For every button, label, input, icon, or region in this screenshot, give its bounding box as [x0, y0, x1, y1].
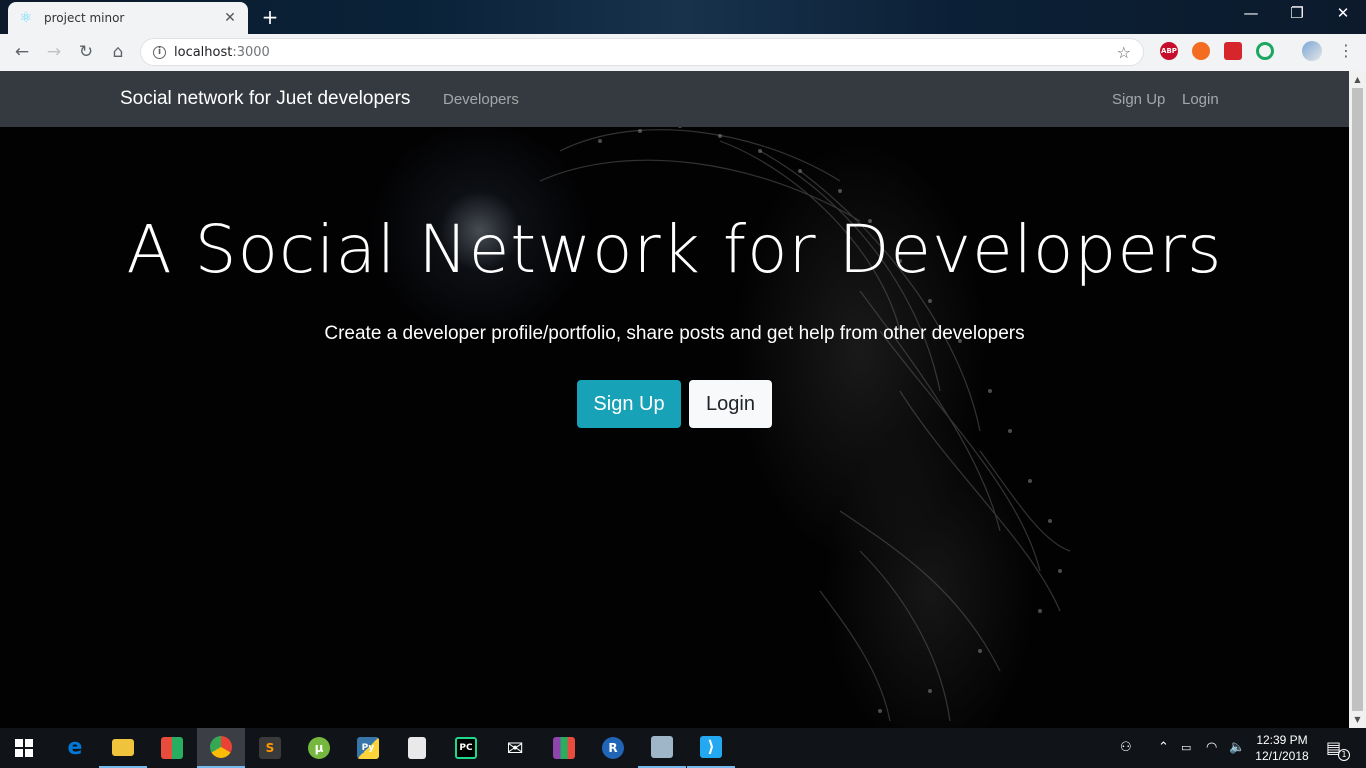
r-studio-icon: R: [602, 737, 624, 759]
browser-toolbar: ← → ↻ ⌂ i localhost:3000 ☆ ABP ⋮: [0, 34, 1366, 71]
login-button[interactable]: Login: [689, 380, 772, 428]
browser-tab[interactable]: ⚛ project minor ✕: [8, 2, 248, 34]
store-icon: [161, 737, 183, 759]
page-viewport: Social network for Juet developers Devel…: [0, 71, 1349, 728]
taskbar-r[interactable]: R: [589, 728, 637, 768]
pycharm-icon: PC: [455, 737, 477, 759]
clock-time: 12:39 PM: [1256, 733, 1308, 747]
profile-avatar-icon[interactable]: [1302, 41, 1322, 61]
close-tab-icon[interactable]: ✕: [222, 10, 238, 26]
start-button[interactable]: [0, 728, 48, 768]
signup-button[interactable]: Sign Up: [577, 380, 681, 428]
taskbar-sublime[interactable]: S: [246, 728, 294, 768]
site-navbar: Social network for Juet developers Devel…: [0, 71, 1349, 127]
sublime-text-icon: S: [259, 737, 281, 759]
taskbar-vscode[interactable]: ⟩: [687, 728, 735, 768]
flame-extension-icon[interactable]: [1192, 42, 1210, 60]
utorrent-icon: µ: [308, 737, 330, 759]
address-bar[interactable]: i localhost:3000 ☆: [140, 38, 1144, 66]
browser-menu-icon[interactable]: ⋮: [1336, 41, 1356, 60]
taskbar-store[interactable]: [148, 728, 196, 768]
site-info-icon[interactable]: i: [153, 45, 166, 59]
mail-icon: ✉: [506, 736, 524, 760]
python-icon: Py: [357, 737, 379, 759]
taskbar-pycharm[interactable]: PC: [442, 728, 490, 768]
taskbar-winrar[interactable]: [540, 728, 588, 768]
bookmark-star-icon[interactable]: ☆: [1117, 43, 1131, 62]
taskbar-control-panel[interactable]: [638, 728, 686, 768]
url-text[interactable]: localhost:3000: [174, 45, 1117, 60]
edge-icon: e: [67, 735, 83, 760]
scrollbar-thumb[interactable]: [1352, 88, 1363, 711]
notification-count-badge: 1: [1338, 749, 1350, 761]
windows-taskbar: e S µ Py PC ✉ R ⟩ ⚇ ⌃ ▭ ◠ 🔈 12:39 PM 12/…: [0, 728, 1366, 768]
people-icon[interactable]: ⚇: [1120, 740, 1132, 755]
system-clock[interactable]: 12:39 PM 12/1/2018: [1252, 732, 1312, 764]
browser-titlebar: ⚛ project minor ✕ + — ❐ ✕: [0, 0, 1366, 34]
restore-button[interactable]: ❐: [1274, 4, 1320, 22]
taskbar-python[interactable]: Py: [344, 728, 392, 768]
file-explorer-icon: [112, 738, 134, 756]
home-icon[interactable]: ⌂: [106, 42, 130, 62]
taskbar-utorrent[interactable]: µ: [295, 728, 343, 768]
navbar-brand[interactable]: Social network for Juet developers: [120, 88, 410, 110]
chrome-icon: [210, 736, 232, 758]
green-ring-extension-icon[interactable]: [1256, 42, 1274, 60]
taskbar-notepad[interactable]: [393, 728, 441, 768]
wifi-icon[interactable]: ◠: [1206, 740, 1217, 755]
url-port: :3000: [232, 44, 270, 60]
nav-link-developers[interactable]: Developers: [443, 91, 519, 108]
notepad-python-icon: [408, 737, 426, 759]
scroll-down-arrow-icon[interactable]: ▼: [1349, 715, 1366, 724]
nav-link-login[interactable]: Login: [1182, 91, 1219, 108]
forward-icon[interactable]: →: [42, 42, 66, 62]
react-favicon-icon: ⚛: [19, 10, 33, 26]
red-extension-icon[interactable]: [1224, 42, 1242, 60]
back-icon[interactable]: ←: [10, 42, 34, 62]
adblock-plus-icon[interactable]: ABP: [1160, 42, 1178, 60]
clock-date: 12/1/2018: [1255, 749, 1309, 763]
battery-icon[interactable]: ▭: [1181, 741, 1191, 754]
minimize-button[interactable]: —: [1228, 4, 1274, 22]
url-host: localhost: [174, 44, 233, 60]
tab-title: project minor: [44, 11, 125, 25]
taskbar-edge[interactable]: e: [51, 728, 99, 768]
hero-title: A Social Network for Developers: [126, 211, 1223, 288]
page-scrollbar[interactable]: ▲ ▼: [1349, 71, 1366, 728]
show-hidden-icons-chevron-icon[interactable]: ⌃: [1158, 740, 1169, 755]
taskbar-chrome[interactable]: [197, 728, 245, 768]
new-tab-button[interactable]: +: [258, 5, 282, 29]
windows-logo-icon: [15, 739, 33, 757]
volume-icon[interactable]: 🔈: [1229, 740, 1245, 755]
hero-lead-text: Create a developer profile/portfolio, sh…: [324, 323, 1025, 344]
winrar-icon: [553, 737, 575, 759]
close-window-button[interactable]: ✕: [1320, 4, 1366, 22]
scroll-up-arrow-icon[interactable]: ▲: [1349, 75, 1366, 84]
taskbar-mail[interactable]: ✉: [491, 728, 539, 768]
control-panel-icon: [651, 736, 673, 758]
taskbar-file-explorer[interactable]: [99, 728, 147, 768]
vscode-icon: ⟩: [700, 736, 722, 758]
nav-link-signup[interactable]: Sign Up: [1112, 91, 1165, 108]
reload-icon[interactable]: ↻: [74, 42, 98, 62]
